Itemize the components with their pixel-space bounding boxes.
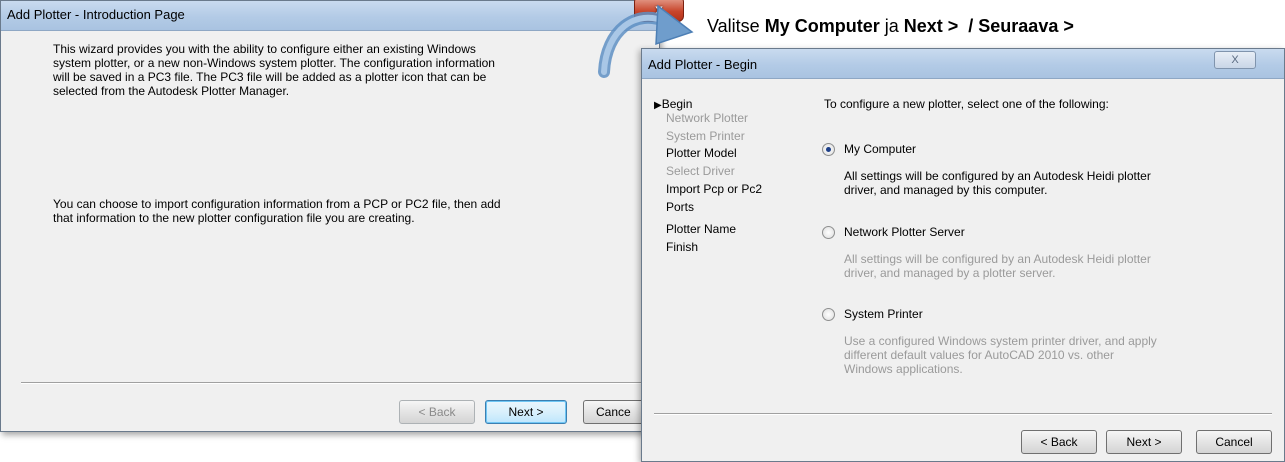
annotation-option: My Computer — [764, 16, 880, 36]
system-printer-radio[interactable] — [822, 308, 835, 321]
intro-p1-line: This wizard provides you with the abilit… — [53, 42, 476, 56]
step-plotter-name: Plotter Name — [666, 222, 737, 236]
step-import-pcp: Import Pcp or Pc2 — [666, 182, 763, 196]
system-printer-label[interactable]: System Printer — [844, 307, 923, 321]
intro-p2-line: You can choose to import configuration i… — [53, 197, 501, 211]
step-plotter-model: Plotter Model — [666, 146, 737, 160]
intro-paragraph-2: You can choose to import configuration i… — [53, 197, 501, 225]
step-ports: Ports — [666, 200, 695, 214]
step-network-plotter: Network Plotter — [666, 111, 749, 125]
begin-back-button[interactable]: < Back — [1021, 430, 1097, 454]
begin-cancel-button[interactable]: Cancel — [1196, 430, 1272, 454]
desc-line: driver, and managed by this computer. — [844, 183, 1048, 197]
begin-title: Add Plotter - Begin — [648, 57, 758, 72]
intro-p2-line: that information to the new plotter conf… — [53, 211, 415, 225]
system-printer-description: Use a configured Windows system printer … — [844, 334, 1157, 376]
instruction-annotation: Valitse My Computer ja Next > / Seuraava… — [707, 16, 1074, 37]
begin-close-button[interactable]: X — [1214, 51, 1256, 69]
my-computer-description: All settings will be configured by an Au… — [844, 169, 1151, 197]
intro-p1-line: selected from the Autodesk Plotter Manag… — [53, 84, 290, 98]
intro-divider — [21, 382, 661, 384]
my-computer-label[interactable]: My Computer — [844, 142, 916, 156]
begin-dialog: Add Plotter - Begin X ▶Begin Network Plo… — [641, 48, 1285, 462]
intro-p1-line: system plotter, or a new non-Windows sys… — [53, 56, 495, 70]
desc-line: Use a configured Windows system printer … — [844, 334, 1157, 348]
begin-divider — [654, 413, 1272, 415]
begin-instruction: To configure a new plotter, select one o… — [824, 97, 1109, 111]
intro-dialog: Add Plotter - Introduction Page This wiz… — [0, 0, 661, 432]
close-icon: X — [1231, 54, 1239, 66]
network-plotter-server-radio[interactable] — [822, 226, 835, 239]
desc-line: different default values for AutoCAD 201… — [844, 348, 1114, 362]
begin-next-button[interactable]: Next > — [1106, 430, 1182, 454]
annotation-separator: / — [958, 16, 979, 36]
my-computer-radio[interactable] — [822, 143, 835, 156]
step-select-driver: Select Driver — [666, 164, 735, 178]
annotation-next-fi: Seuraava > — [978, 16, 1074, 36]
intro-titlebar[interactable]: Add Plotter - Introduction Page — [1, 1, 659, 31]
step-finish: Finish — [666, 240, 699, 254]
annotation-middle: ja — [879, 16, 904, 36]
begin-titlebar[interactable]: Add Plotter - Begin X — [642, 49, 1284, 79]
desc-line: Windows applications. — [844, 362, 963, 376]
annotation-next: Next > — [903, 16, 959, 36]
intro-paragraph-1: This wizard provides you with the abilit… — [53, 42, 495, 98]
intro-back-button[interactable]: < Back — [399, 400, 475, 424]
annotation-prefix: Valitse — [707, 16, 765, 36]
intro-p1-line: will be saved in a PC3 file. The PC3 fil… — [53, 70, 487, 84]
desc-line: All settings will be configured by an Au… — [844, 252, 1151, 266]
intro-title: Add Plotter - Introduction Page — [7, 7, 185, 22]
step-system-printer: System Printer — [666, 129, 745, 143]
step-label: Begin — [661, 97, 693, 111]
desc-line: driver, and managed by a plotter server. — [844, 266, 1056, 280]
current-step-arrow-icon: ▶ — [654, 100, 662, 111]
network-plotter-server-label[interactable]: Network Plotter Server — [844, 225, 965, 239]
desc-line: All settings will be configured by an Au… — [844, 169, 1151, 183]
intro-next-button[interactable]: Next > — [485, 400, 567, 424]
network-plotter-server-description: All settings will be configured by an Au… — [844, 252, 1151, 280]
